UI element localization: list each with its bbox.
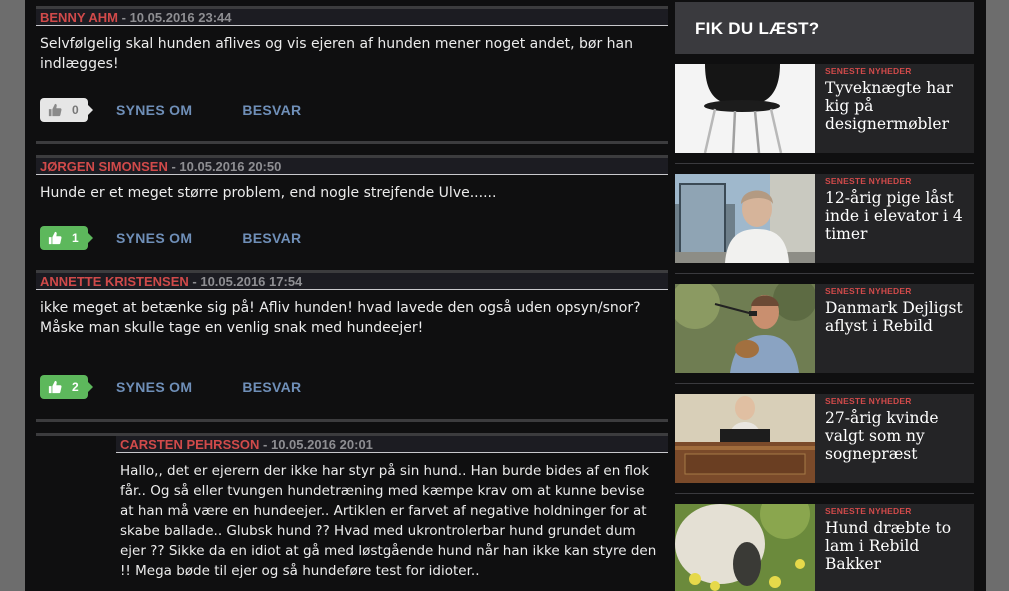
comment-date: - 10.05.2016 20:01 (259, 437, 373, 452)
news-divider (675, 493, 974, 494)
comment-date: - 10.05.2016 17:54 (188, 274, 303, 289)
like-count: 2 (72, 380, 79, 394)
sheep-photo[interactable] (675, 504, 815, 591)
comment-meta: Carsten Pehrsson - 10.05.2016 20:01 (116, 436, 668, 453)
comments-column: Benny Ahm - 10.05.2016 23:44 Selvfølgeli… (36, 0, 668, 591)
comment: Jørgen Simonsen - 10.05.2016 20:50 Hunde… (36, 155, 668, 273)
reply-button[interactable]: BESVAR (242, 379, 301, 395)
news-tag: SENESTE NYHEDER (825, 286, 912, 296)
like-count: 1 (72, 231, 79, 245)
news-tag: SENESTE NYHEDER (825, 176, 912, 186)
comment-actions: 2 SYNES OM BESVAR (40, 374, 301, 400)
comment-text: Hunde er et meget større problem, end no… (40, 185, 497, 201)
comment-actions: 0 SYNES OM BESVAR (40, 97, 301, 123)
comment-text: Hallo,, det er ejerern der ikke har styr… (120, 463, 657, 579)
news-tag: SENESTE NYHEDER (825, 66, 912, 76)
news-divider (675, 273, 974, 274)
news-headline[interactable]: Hund dræbte to lam i Rebild Bakker (825, 519, 975, 573)
comment-actions: 1 SYNES OM BESVAR (40, 225, 301, 251)
comment-reply: Carsten Pehrsson - 10.05.2016 20:01 Hall… (36, 433, 668, 591)
like-counter[interactable]: 1 (40, 226, 93, 250)
comment-author[interactable]: Annette Kristensen (40, 274, 189, 289)
news-item[interactable]: SENESTE NYHEDER Hund dræbte to lam i Reb… (675, 504, 974, 591)
news-item[interactable]: SENESTE NYHEDER 12-årig pige låst inde i… (675, 174, 974, 263)
reply-button[interactable]: BESVAR (242, 102, 301, 118)
chair-photo[interactable] (675, 64, 815, 153)
comment-author[interactable]: Benny Ahm (40, 10, 118, 25)
comment: Annette Kristensen - 10.05.2016 17:54 ik… (36, 270, 668, 422)
like-count: 0 (72, 103, 79, 117)
reply-button[interactable]: BESVAR (242, 230, 301, 246)
scrollbar[interactable] (1003, 0, 1009, 591)
sidebar-title: FIK DU LÆST? (675, 2, 974, 54)
news-divider (675, 163, 974, 164)
news-tag: SENESTE NYHEDER (825, 506, 912, 516)
comment-date: - 10.05.2016 23:44 (118, 10, 232, 25)
sidebar: FIK DU LÆST? SENESTE NYHEDER Tyveknægte … (675, 0, 974, 591)
thumbs-up-icon (48, 103, 62, 117)
comment-author[interactable]: Jørgen Simonsen (40, 159, 168, 174)
woman-photo[interactable] (675, 174, 815, 263)
like-button[interactable]: SYNES OM (116, 102, 192, 118)
comment-text: Selvfølgelig skal hunden aflives og vis … (40, 36, 633, 72)
comment-meta: Benny Ahm - 10.05.2016 23:44 (36, 9, 668, 26)
comment-text: ikke meget at betænke sig på! Afliv hund… (40, 300, 641, 336)
news-headline[interactable]: 12-årig pige låst inde i elevator i 4 ti… (825, 189, 975, 243)
news-item[interactable]: SENESTE NYHEDER Tyveknægte har kig på de… (675, 64, 974, 153)
comment-meta: Annette Kristensen - 10.05.2016 17:54 (36, 273, 668, 290)
thumbs-up-icon (48, 380, 62, 394)
news-headline[interactable]: 27-årig kvinde valgt som ny sognepræst (825, 409, 975, 463)
priest-photo[interactable] (675, 394, 815, 483)
comment-meta: Jørgen Simonsen - 10.05.2016 20:50 (36, 158, 668, 175)
like-counter[interactable]: 0 (40, 98, 93, 122)
news-headline[interactable]: Danmark Dejligst aflyst i Rebild (825, 299, 975, 335)
like-counter[interactable]: 2 (40, 375, 93, 399)
comment: Benny Ahm - 10.05.2016 23:44 Selvfølgeli… (36, 6, 668, 144)
thumbs-up-icon (48, 231, 62, 245)
news-headline[interactable]: Tyveknægte har kig på designermøbler (825, 79, 975, 133)
news-item[interactable]: SENESTE NYHEDER Danmark Dejligst aflyst … (675, 284, 974, 373)
singer-photo[interactable] (675, 284, 815, 373)
comment-date: - 10.05.2016 20:50 (167, 159, 282, 174)
news-tag: SENESTE NYHEDER (825, 396, 912, 406)
like-button[interactable]: SYNES OM (116, 379, 192, 395)
news-item[interactable]: SENESTE NYHEDER 27-årig kvinde valgt som… (675, 394, 974, 483)
like-button[interactable]: SYNES OM (116, 230, 192, 246)
page: Benny Ahm - 10.05.2016 23:44 Selvfølgeli… (25, 0, 986, 591)
news-divider (675, 383, 974, 384)
comment-author[interactable]: Carsten Pehrsson (120, 437, 259, 452)
